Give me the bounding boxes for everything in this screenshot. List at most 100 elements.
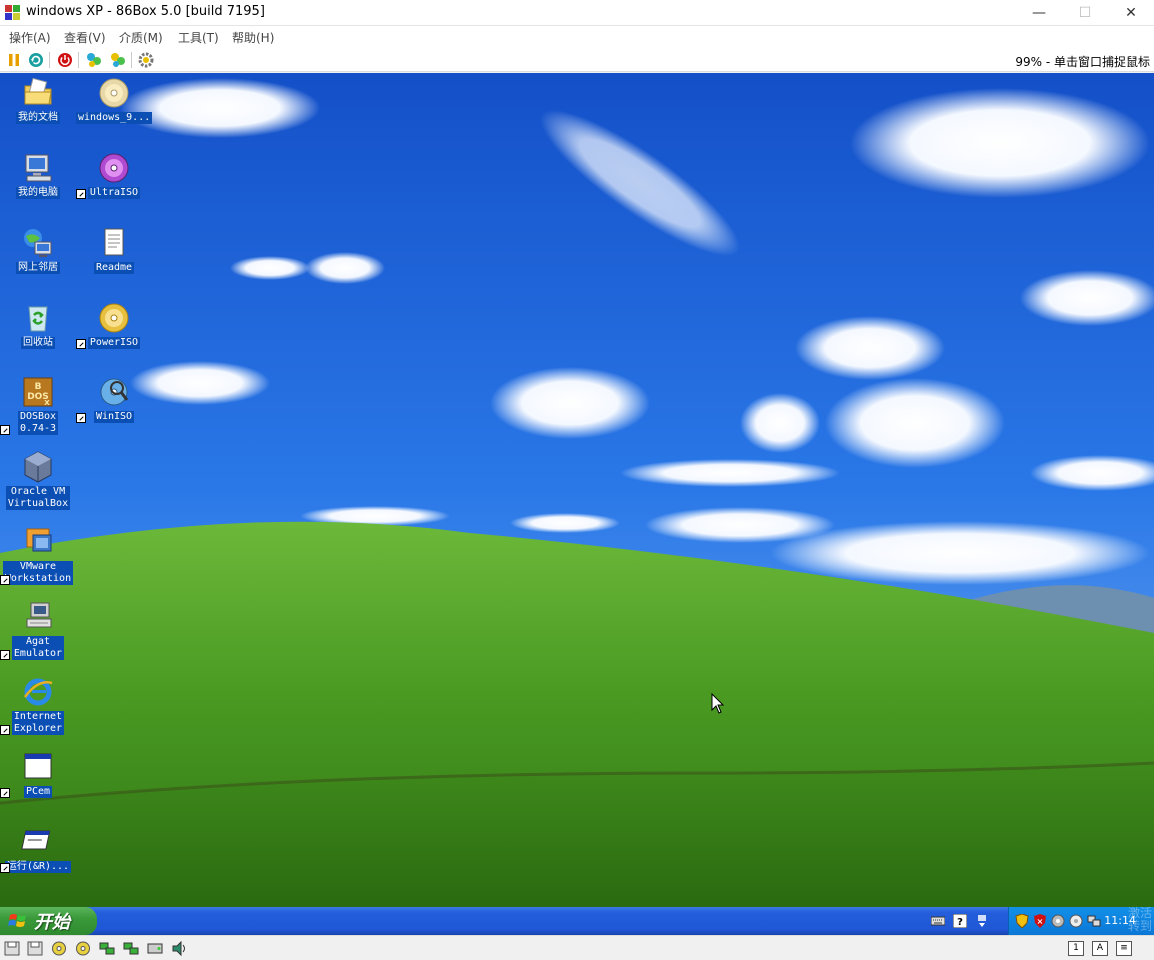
- desktop-icon-label: Internet Explorer: [11, 711, 65, 735]
- emulator-screen[interactable]: 我的文档 我的电脑 网上邻居 回收站 B DOS X DOSBox 0.74-3 O…: [0, 73, 1154, 935]
- language-bar-icon[interactable]: [975, 914, 989, 928]
- keyboard-icon[interactable]: [931, 914, 945, 928]
- recycle-bin-icon: [28, 306, 48, 332]
- shortcut-arrow-icon: [0, 863, 10, 873]
- desktop-icon-label: WinISO: [93, 411, 135, 423]
- power-icon[interactable]: [56, 51, 74, 69]
- shortcut-arrow-icon: [0, 725, 10, 735]
- svg-text:?: ?: [957, 917, 963, 928]
- svg-text:X: X: [44, 399, 50, 407]
- desktop-icon-my-documents[interactable]: 我的文档: [0, 76, 76, 124]
- desktop-icon-poweriso[interactable]: PowerISO: [76, 301, 152, 349]
- virtualbox-icon: [24, 451, 52, 483]
- network-icon[interactable]: [99, 941, 115, 956]
- close-button[interactable]: ✕: [1108, 0, 1154, 26]
- network-icon[interactable]: [123, 941, 139, 956]
- shortcut-arrow-icon: [0, 575, 10, 585]
- desktop-icon-label: Oracle VM VirtualBox: [5, 486, 71, 510]
- desktop-icon-virtualbox[interactable]: Oracle VM VirtualBox: [0, 450, 76, 510]
- start-button[interactable]: 开始: [0, 907, 97, 935]
- svg-text:×: ×: [1037, 917, 1044, 926]
- title-bar[interactable]: windows XP - 86Box 5.0 [build 7195] — ☐ …: [0, 0, 1154, 26]
- scroll-lock-indicator: ≡: [1116, 941, 1132, 956]
- minimize-button[interactable]: —: [1016, 0, 1062, 26]
- cd-icon: [99, 303, 129, 333]
- shortcut-arrow-icon: [76, 339, 86, 349]
- menu-tools[interactable]: 工具(T): [178, 29, 219, 46]
- floppy-icon[interactable]: [27, 941, 43, 956]
- help-icon[interactable]: ?: [953, 914, 967, 928]
- desktop-icon-label: 运行(&R)...: [4, 861, 72, 873]
- reset-icon[interactable]: [27, 51, 45, 69]
- status-bar: 1 A ≡: [0, 935, 1154, 960]
- windows-logo-icon: [8, 914, 26, 927]
- security-alert-icon[interactable]: ×: [1033, 914, 1047, 928]
- desktop-icon-ultraiso[interactable]: UltraISO: [76, 151, 152, 199]
- menu-view[interactable]: 查看(V): [64, 29, 106, 46]
- cd-icon: [99, 78, 129, 108]
- desktop-icon-readme[interactable]: Readme: [76, 226, 152, 274]
- desktop-icon-label: 网上邻居: [16, 262, 60, 274]
- shortcut-arrow-icon: [0, 425, 10, 435]
- desktop-icon-network-places[interactable]: 网上邻居: [0, 226, 76, 274]
- ie-icon: [23, 678, 53, 706]
- svg-text:B: B: [35, 382, 42, 392]
- keyboard-lock-indicator: 1: [1068, 941, 1084, 956]
- desktop-icon-pcem[interactable]: PCem: [0, 750, 76, 798]
- pause-icon[interactable]: [5, 51, 23, 69]
- desktop-icon-run[interactable]: 运行(&R)...: [0, 825, 76, 873]
- window-title: windows XP - 86Box 5.0 [build 7195]: [26, 4, 265, 19]
- desktop-icon-dosbox[interactable]: B DOS X DOSBox 0.74-3: [0, 375, 76, 435]
- vmware-icon: [26, 528, 52, 552]
- hdd-icon[interactable]: [147, 941, 163, 956]
- desktop-icon-agat-emulator[interactable]: Agat Emulator: [0, 600, 76, 660]
- window-icon: [24, 753, 52, 779]
- menu-bar: 操作(A) 查看(V) 介质(M) 工具(T) 帮助(H): [0, 26, 1154, 48]
- desktop-icon-label: PowerISO: [87, 337, 141, 349]
- desktop-icon-label: 回收站: [21, 337, 55, 349]
- ctrl-alt-del-icon[interactable]: [85, 51, 103, 69]
- desktop-icon-winiso[interactable]: WinISO: [76, 375, 152, 423]
- desktop-icon-label: DOSBox 0.74-3: [17, 411, 59, 435]
- cdrom-icon[interactable]: [51, 941, 67, 956]
- network-icon: [24, 229, 52, 257]
- settings-icon[interactable]: [137, 51, 155, 69]
- caps-lock-indicator: A: [1092, 941, 1108, 956]
- shortcut-arrow-icon: [0, 650, 10, 660]
- desktop-icon-label: Readme: [93, 262, 135, 274]
- maximize-button[interactable]: ☐: [1062, 0, 1108, 26]
- desktop-icon-label: 我的电脑: [16, 187, 60, 199]
- desktop-icon-label: 我的文档: [16, 112, 60, 124]
- desktop-icon-internet-explorer[interactable]: Internet Explorer: [0, 675, 76, 735]
- menu-action[interactable]: 操作(A): [9, 29, 51, 46]
- document-icon: [104, 228, 124, 256]
- start-label: 开始: [34, 912, 70, 933]
- cd-drive-icon[interactable]: [1069, 914, 1083, 928]
- desktop-icon-label: VMware Workstation: [2, 561, 74, 585]
- desktop-icon-recycle-bin[interactable]: 回收站: [0, 301, 76, 349]
- network-connection-icon[interactable]: [1087, 914, 1101, 928]
- sound-icon[interactable]: [171, 941, 187, 956]
- desktop-icon-label: Agat Emulator: [11, 636, 65, 660]
- mouse-capture-status: 99% - 单击窗口捕捉鼠标: [1015, 55, 1150, 69]
- floppy-icon[interactable]: [4, 941, 20, 956]
- cd-drive-icon[interactable]: [1051, 914, 1065, 928]
- menu-help[interactable]: 帮助(H): [232, 29, 274, 46]
- 86box-icon: [5, 5, 20, 20]
- bliss-wallpaper: [0, 73, 1154, 907]
- menu-media[interactable]: 介质(M): [119, 29, 163, 46]
- security-shield-icon[interactable]: [1015, 914, 1029, 928]
- dosbox-icon: BDOSX: [23, 377, 53, 407]
- desktop-icon-vmware[interactable]: VMware Workstation: [0, 525, 76, 585]
- cdrom-icon[interactable]: [75, 941, 91, 956]
- toolbar: 99% - 单击窗口捕捉鼠标: [0, 48, 1154, 72]
- taskbar: 开始 ? × 11:14 激活 转到: [0, 907, 1154, 935]
- desktop-icon-label: UltraISO: [87, 187, 141, 199]
- desktop-icon-windows-iso[interactable]: windows_9...: [76, 76, 152, 124]
- shortcut-arrow-icon: [0, 788, 10, 798]
- desktop-icon-label: PCem: [23, 786, 53, 798]
- activation-watermark: 激活 转到: [1127, 906, 1152, 933]
- retro-computer-icon: [26, 602, 52, 628]
- desktop-icon-my-computer[interactable]: 我的电脑: [0, 151, 76, 199]
- ctrl-alt-esc-icon[interactable]: [109, 51, 127, 69]
